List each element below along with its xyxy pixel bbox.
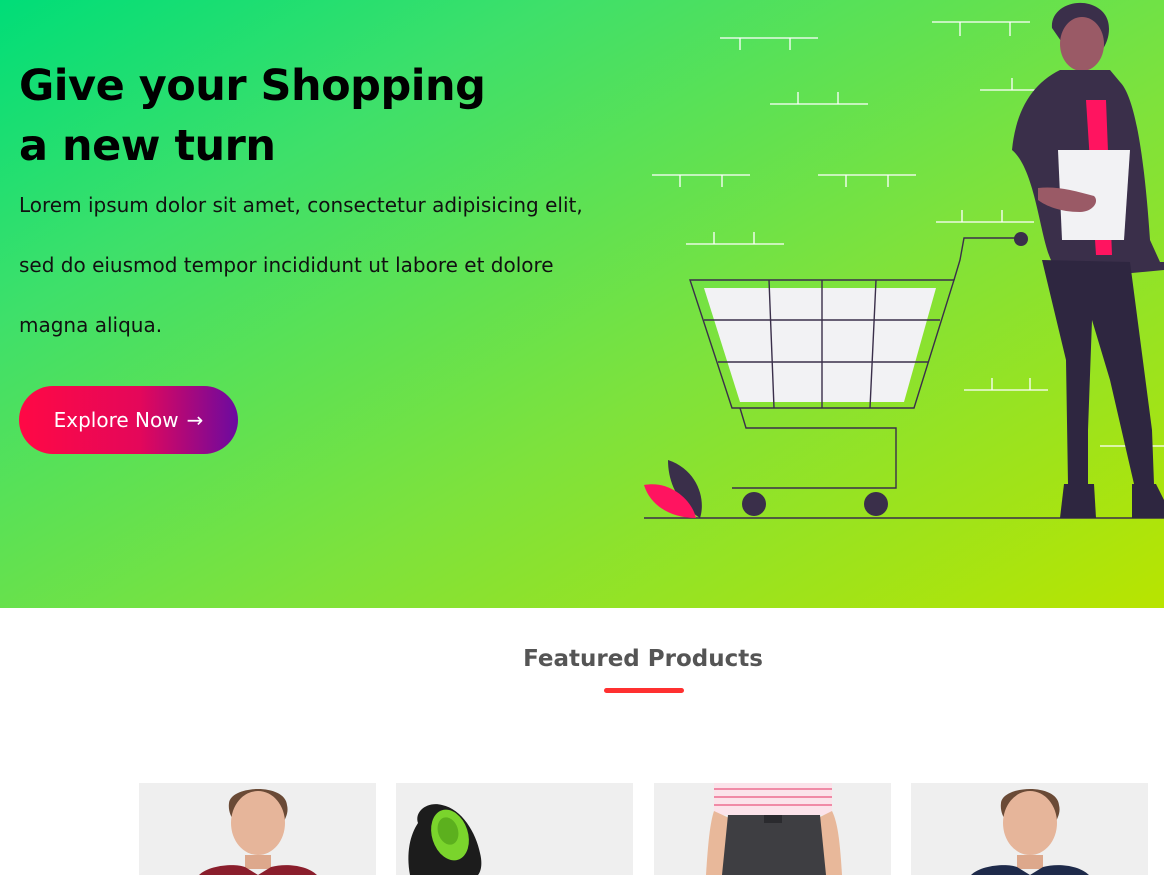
product-card-1[interactable] bbox=[139, 783, 376, 875]
hero-title: Give your Shopping a new turn bbox=[19, 56, 539, 176]
hero-description: Lorem ipsum dolor sit amet, consectetur … bbox=[19, 175, 659, 355]
arrow-right-icon: → bbox=[186, 408, 204, 432]
hero-description-line-2: sed do eiusmod tempor incididunt ut labo… bbox=[19, 253, 554, 277]
product-card-3[interactable] bbox=[654, 783, 891, 875]
hero-title-line-1: Give your Shopping bbox=[19, 61, 486, 111]
hero-banner: Give your Shopping a new turn Lorem ipsu… bbox=[0, 0, 1164, 608]
explore-now-label: Explore Now bbox=[53, 408, 179, 432]
explore-now-button[interactable]: Explore Now → bbox=[19, 386, 238, 454]
shopping-illustration bbox=[644, 2, 1164, 519]
featured-products-heading: Featured Products bbox=[523, 646, 763, 672]
shopping-cart-icon bbox=[689, 237, 1018, 489]
person-figure bbox=[1012, 2, 1164, 518]
product-image-man-portrait bbox=[199, 789, 317, 875]
plant-icon bbox=[644, 460, 702, 518]
product-card-2[interactable] bbox=[396, 783, 633, 875]
product-image-striped-shirt-pants bbox=[706, 783, 842, 875]
product-card-4[interactable] bbox=[911, 783, 1148, 875]
cart-handle-knob bbox=[1014, 232, 1028, 246]
hero-description-line-1: Lorem ipsum dolor sit amet, consectetur … bbox=[19, 193, 583, 217]
product-image-man-portrait-navy bbox=[971, 789, 1089, 875]
hero-description-line-3: magna aliqua. bbox=[19, 313, 163, 337]
product-image-black-shoe bbox=[408, 804, 482, 875]
heading-underline bbox=[604, 688, 684, 693]
cart-wheel-right bbox=[864, 492, 888, 516]
hero-title-line-2: a new turn bbox=[19, 121, 276, 171]
cart-wheel-left bbox=[742, 492, 766, 516]
